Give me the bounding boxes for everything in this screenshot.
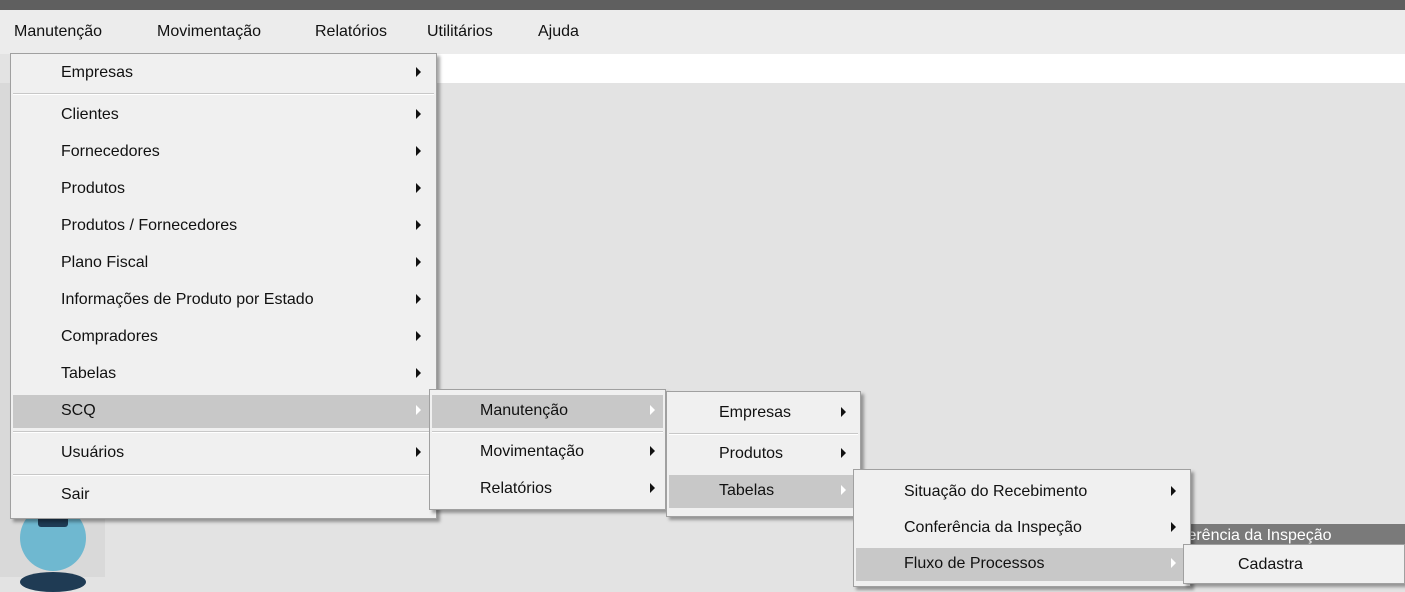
app-icon[interactable] [20,572,86,592]
submenu-arrow-icon [416,146,421,156]
submenu-arrow-icon [1171,522,1176,532]
fluxo-processos-submenu: Cadastra [1183,544,1405,584]
menu-item-plano-fiscal[interactable]: Plano Fiscal [13,247,434,280]
menu-separator [13,474,434,476]
menu-item-produtos-fornecedores[interactable]: Produtos / Fornecedores [13,210,434,243]
menu-manutencao[interactable]: Manutenção [14,23,102,41]
menu-separator [432,431,663,433]
tabelas-submenu: Situação do Recebimento Conferência da I… [853,469,1191,587]
submenu-arrow-icon [1171,558,1176,568]
submenu-item-produtos[interactable]: Produtos [669,438,858,471]
menu-item-empresas[interactable]: Empresas [13,57,434,90]
menu-utilitarios[interactable]: Utilitários [427,23,493,41]
scq-submenu: Manutenção Movimentação Relatórios [429,389,666,510]
menu-item-scq[interactable]: SCQ [13,395,434,428]
menu-item-usuarios[interactable]: Usuários [13,437,434,470]
submenu-arrow-icon [416,67,421,77]
submenu-arrow-icon [1171,486,1176,496]
submenu-arrow-icon [416,220,421,230]
submenu-arrow-icon [416,109,421,119]
menu-relatorios[interactable]: Relatórios [315,23,387,41]
menu-item-sair[interactable]: Sair [13,479,434,512]
submenu-item-tabelas[interactable]: Tabelas [669,475,858,508]
menu-item-tabelas[interactable]: Tabelas [13,358,434,391]
submenu-arrow-icon [416,405,421,415]
menu-item-fornecedores[interactable]: Fornecedores [13,136,434,169]
submenu-arrow-icon [841,448,846,458]
submenu-arrow-icon [416,447,421,457]
menu-item-informacoes-produto-estado[interactable]: Informações de Produto por Estado [13,284,434,317]
submenu-item-relatorios[interactable]: Relatórios [432,473,663,506]
submenu-arrow-icon [416,183,421,193]
menu-separator [13,431,434,433]
scq-manutencao-submenu: Empresas Produtos Tabelas [666,391,861,517]
menu-ajuda[interactable]: Ajuda [538,23,579,41]
toolbar-area [437,54,1405,83]
submenu-arrow-icon [841,407,846,417]
submenu-arrow-icon [650,405,655,415]
background-window-label: ferência da Inspeção [1183,527,1332,544]
menu-item-clientes[interactable]: Clientes [13,99,434,132]
submenu-item-movimentacao[interactable]: Movimentação [432,436,663,469]
menu-item-compradores[interactable]: Compradores [13,321,434,354]
submenu-arrow-icon [416,368,421,378]
submenu-arrow-icon [650,483,655,493]
menu-separator [13,93,434,95]
submenu-arrow-icon [416,257,421,267]
submenu-arrow-icon [416,331,421,341]
menu-separator [669,433,858,435]
submenu-item-situacao-recebimento[interactable]: Situação do Recebimento [856,476,1188,509]
manutencao-dropdown: Empresas Clientes Fornecedores Produtos … [10,53,437,519]
submenu-arrow-icon [841,485,846,495]
submenu-item-fluxo-processos[interactable]: Fluxo de Processos [856,548,1188,581]
submenu-item-cadastra[interactable]: Cadastra [1186,549,1402,582]
submenu-arrow-icon [416,294,421,304]
submenu-item-manutencao[interactable]: Manutenção [432,395,663,428]
menu-bar: Manutenção Movimentação Relatórios Utili… [0,10,1405,54]
menu-item-produtos[interactable]: Produtos [13,173,434,206]
window-title-strip [0,0,1405,10]
menu-movimentacao[interactable]: Movimentação [157,23,261,41]
submenu-arrow-icon [650,446,655,456]
submenu-item-conferencia-inspecao[interactable]: Conferência da Inspeção [856,512,1188,545]
submenu-item-empresas[interactable]: Empresas [669,397,858,430]
